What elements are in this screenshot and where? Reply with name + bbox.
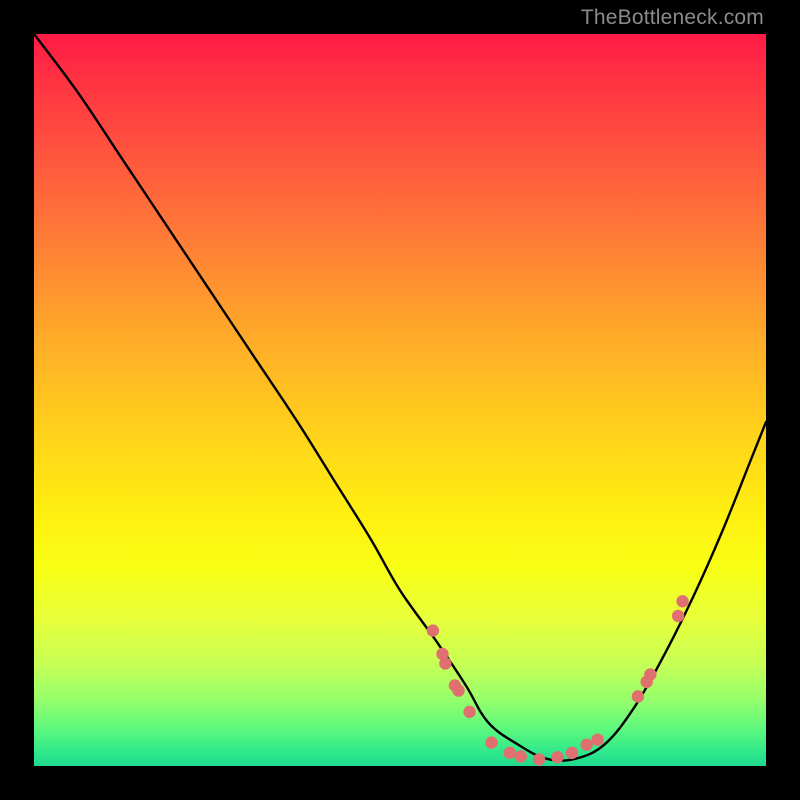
chart-frame	[34, 34, 766, 766]
watermark-text: TheBottleneck.com	[581, 6, 764, 30]
chart-background-gradient	[34, 34, 766, 766]
